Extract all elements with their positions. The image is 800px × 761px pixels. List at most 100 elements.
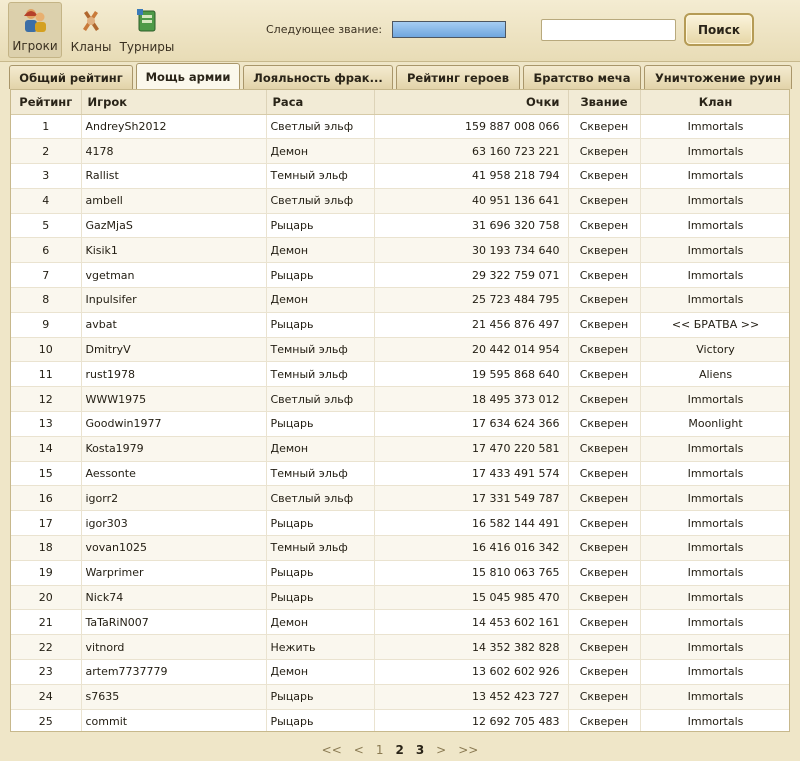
- nav-players-label: Игроки: [12, 39, 58, 53]
- cell-clan[interactable]: Immortals: [640, 213, 789, 239]
- cell-clan[interactable]: Immortals: [640, 510, 789, 537]
- cell-player[interactable]: vitnord: [81, 634, 267, 661]
- cell-points: 25 723 484 795: [374, 287, 569, 313]
- cell-clan[interactable]: Aliens: [640, 361, 789, 388]
- cell-player[interactable]: Goodwin1977: [81, 411, 267, 437]
- clans-icon: [83, 11, 99, 31]
- column-header-rank[interactable]: Рейтинг: [11, 90, 82, 115]
- cell-player[interactable]: GazMjaS: [81, 213, 267, 239]
- cell-player[interactable]: 4178: [81, 138, 267, 165]
- cell-clan[interactable]: Immortals: [640, 461, 789, 487]
- cell-player[interactable]: avbat: [81, 312, 267, 338]
- cell-player[interactable]: Inpulsifer: [81, 287, 267, 313]
- tab-faction-loyalty[interactable]: Лояльность фрак...: [243, 65, 393, 89]
- column-header-clan[interactable]: Клан: [640, 90, 789, 115]
- cell-clan[interactable]: Immortals: [640, 560, 789, 586]
- tab-hero-rating[interactable]: Рейтинг героев: [396, 65, 520, 89]
- cell-player[interactable]: s7635: [81, 684, 267, 710]
- cell-clan[interactable]: Immortals: [640, 684, 789, 710]
- cell-clan[interactable]: << БРАТВА >>: [640, 312, 789, 338]
- nav-tournaments-button[interactable]: Турниры: [118, 2, 176, 58]
- column-header-race[interactable]: Раса: [266, 90, 375, 115]
- cell-clan[interactable]: Immortals: [640, 485, 789, 512]
- cell-rank: 25: [11, 709, 82, 731]
- table-row: 18 vovan1025 Темный эльф 16 416 016 342 Скве…: [11, 535, 789, 561]
- next-page-button[interactable]: >: [436, 743, 446, 757]
- cell-player[interactable]: igor303: [81, 510, 267, 537]
- cell-clan[interactable]: Immortals: [640, 138, 789, 165]
- cell-clan[interactable]: Immortals: [640, 287, 789, 313]
- cell-points: 15 045 985 470: [374, 585, 569, 611]
- cell-player[interactable]: Kisik1: [81, 237, 267, 264]
- cell-clan[interactable]: Immortals: [640, 535, 789, 561]
- cell-clan[interactable]: Immortals: [640, 609, 789, 636]
- nav-clans-button[interactable]: Кланы: [66, 2, 116, 58]
- cell-player[interactable]: Nick74: [81, 585, 267, 611]
- cell-rank: 15: [11, 461, 82, 487]
- cell-player[interactable]: ambell: [81, 188, 267, 214]
- cell-clan[interactable]: Immortals: [640, 237, 789, 264]
- pagination: << < 1 2 3 > >>: [0, 740, 800, 760]
- cell-title: Скверен: [568, 659, 641, 685]
- table-body: 1 AndreySh2012 Светлый эльф 159 887 008 066…: [11, 114, 789, 731]
- cell-clan[interactable]: Immortals: [640, 709, 789, 731]
- tab-army-power[interactable]: Мощь армии: [136, 63, 240, 89]
- cell-clan[interactable]: Immortals: [640, 188, 789, 214]
- cell-player[interactable]: Rallist: [81, 163, 267, 189]
- cell-clan[interactable]: Immortals: [640, 634, 789, 661]
- nav-players-button[interactable]: Игроки: [8, 2, 62, 58]
- column-header-points[interactable]: Очки: [374, 90, 569, 115]
- cell-player[interactable]: vgetman: [81, 262, 267, 289]
- cell-player[interactable]: vovan1025: [81, 535, 267, 561]
- cell-points: 17 470 220 581: [374, 436, 569, 462]
- tab-general-rating[interactable]: Общий рейтинг: [9, 65, 133, 89]
- cell-player[interactable]: commit: [81, 709, 267, 731]
- tab-sword-brotherhood[interactable]: Братство меча: [523, 65, 641, 89]
- page-3-link[interactable]: 3: [416, 743, 424, 757]
- cell-clan[interactable]: Moonlight: [640, 411, 789, 437]
- cell-race: Светлый эльф: [266, 114, 375, 140]
- cell-clan[interactable]: Immortals: [640, 163, 789, 189]
- tab-ruin-destruction[interactable]: Уничтожение руин: [644, 65, 792, 89]
- cell-player[interactable]: rust1978: [81, 361, 267, 388]
- rating-table-panel: Рейтинг Игрок Раса Очки Звание Клан 1 And…: [10, 89, 790, 732]
- cell-clan[interactable]: Victory: [640, 337, 789, 363]
- table-row: 6 Kisik1 Демон 30 193 734 640 Скверен Immorta…: [11, 237, 789, 264]
- cell-rank: 6: [11, 237, 82, 264]
- cell-title: Скверен: [568, 337, 641, 363]
- cell-clan[interactable]: Immortals: [640, 436, 789, 462]
- cell-player[interactable]: Kosta1979: [81, 436, 267, 462]
- cell-player[interactable]: TaTaRiN007: [81, 609, 267, 636]
- column-header-player[interactable]: Игрок: [81, 90, 267, 115]
- cell-race: Светлый эльф: [266, 485, 375, 512]
- cell-points: 17 331 549 787: [374, 485, 569, 512]
- next-rank-label: Следующее звание:: [266, 23, 383, 36]
- cell-clan[interactable]: Immortals: [640, 585, 789, 611]
- cell-race: Демон: [266, 287, 375, 313]
- cell-clan[interactable]: Immortals: [640, 114, 789, 140]
- search-button[interactable]: Поиск: [684, 13, 754, 46]
- cell-title: Скверен: [568, 535, 641, 561]
- prev-page-button[interactable]: <: [354, 743, 364, 757]
- column-header-title[interactable]: Звание: [568, 90, 641, 115]
- search-input[interactable]: [541, 19, 676, 41]
- last-page-button[interactable]: >>: [458, 743, 478, 757]
- cell-player[interactable]: artem7737779: [81, 659, 267, 685]
- cell-player[interactable]: igorr2: [81, 485, 267, 512]
- cell-player[interactable]: Warprimer: [81, 560, 267, 586]
- page-2-link[interactable]: 2: [395, 743, 403, 757]
- cell-title: Скверен: [568, 634, 641, 661]
- cell-rank: 3: [11, 163, 82, 189]
- cell-clan[interactable]: Immortals: [640, 262, 789, 289]
- cell-clan[interactable]: Immortals: [640, 386, 789, 413]
- table-row: 1 AndreySh2012 Светлый эльф 159 887 008 066…: [11, 114, 789, 140]
- cell-clan[interactable]: Immortals: [640, 659, 789, 685]
- table-header-row: Рейтинг Игрок Раса Очки Звание Клан: [11, 90, 789, 115]
- cell-player[interactable]: AndreySh2012: [81, 114, 267, 140]
- cell-player[interactable]: WWW1975: [81, 386, 267, 413]
- cell-race: Рыцарь: [266, 585, 375, 611]
- cell-player[interactable]: DmitryV: [81, 337, 267, 363]
- cell-points: 12 692 705 483: [374, 709, 569, 731]
- first-page-button[interactable]: <<: [322, 743, 342, 757]
- cell-player[interactable]: Aessonte: [81, 461, 267, 487]
